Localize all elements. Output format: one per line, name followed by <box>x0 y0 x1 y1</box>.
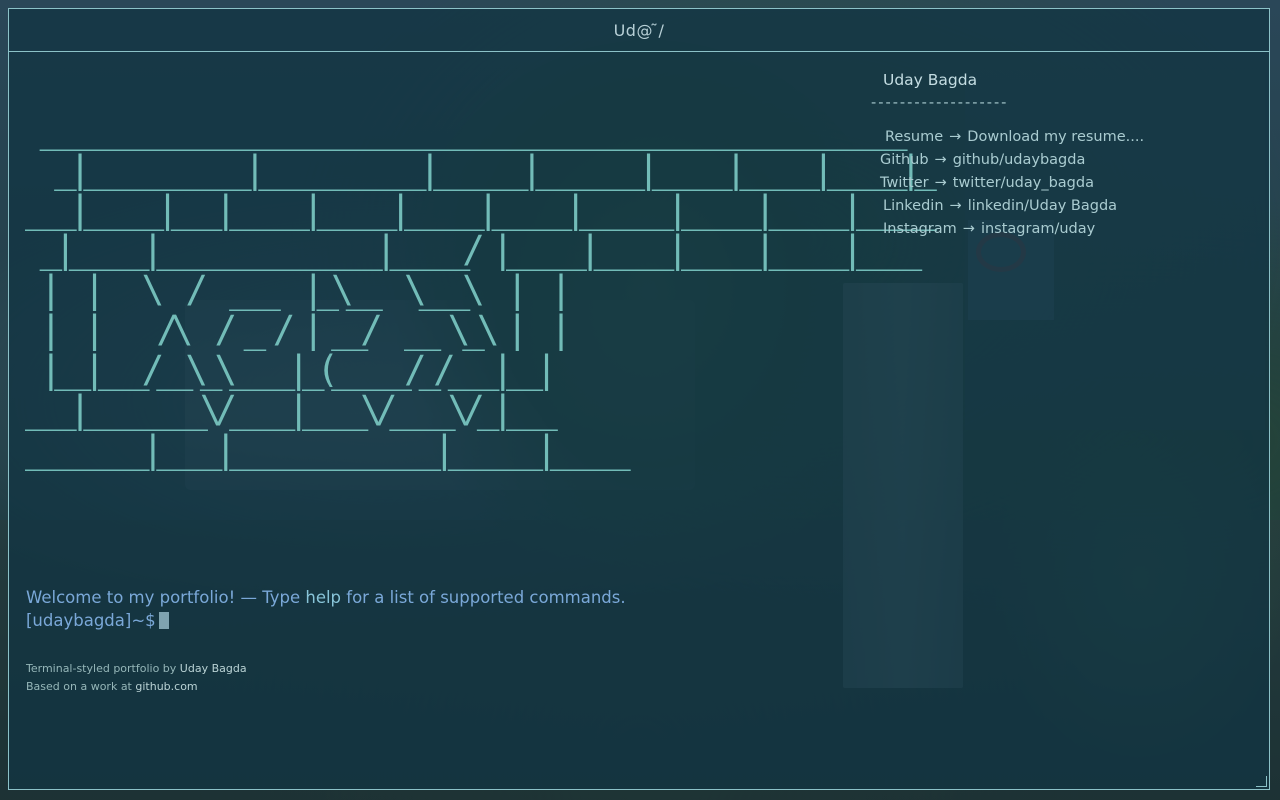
github-link[interactable]: Github → github/udaybagda <box>880 152 1085 168</box>
linkedin-value: linkedin/Uday Bagda <box>967 198 1118 214</box>
sidebar-separator: ------------------- <box>871 95 1009 111</box>
github-value: github/udaybagda <box>952 152 1086 168</box>
footer-source-text: Based on a work at <box>26 680 132 693</box>
footer-text: Terminal-styled portfolio by <box>26 662 177 675</box>
ascii-banner: ________________________________________… <box>25 107 937 471</box>
linkedin-label: Linkedin <box>883 198 944 214</box>
arrow-icon: → <box>934 175 947 191</box>
github-label: Github <box>880 152 929 168</box>
twitter-value: twitter/uday_bagda <box>952 175 1094 191</box>
arrow-icon: → <box>962 221 975 237</box>
arrow-icon: → <box>949 198 962 214</box>
command-prompt[interactable]: [udaybagda]~$ <box>26 611 169 630</box>
instagram-value: instagram/uday <box>980 221 1096 237</box>
arrow-icon: → <box>949 129 962 145</box>
linkedin-link[interactable]: Linkedin → linkedin/Uday Bagda <box>883 198 1117 214</box>
window-titlebar: Ud@ ̃/ <box>9 9 1269 52</box>
twitter-label: Twitter <box>880 175 929 191</box>
footer-credit: Terminal-styled portfolio by Uday Bagda <box>26 662 247 675</box>
welcome-message: Welcome to my portfolio! — Type help for… <box>26 588 626 607</box>
instagram-label: Instagram <box>883 221 957 237</box>
author-link[interactable]: Uday Bagda <box>180 662 247 675</box>
welcome-suffix: for a list of supported commands. <box>346 588 626 607</box>
footer-source: Based on a work at github.com <box>26 680 198 693</box>
source-link[interactable]: github.com <box>135 680 197 693</box>
resume-value: Download my resume.... <box>967 129 1145 145</box>
resize-grip-icon[interactable] <box>1256 776 1267 787</box>
resume-label: Resume <box>885 129 944 145</box>
window-title: Ud@ ̃/ <box>613 20 665 40</box>
twitter-link[interactable]: Twitter → twitter/uday_bagda <box>880 175 1094 191</box>
resume-link[interactable]: Resume → Download my resume.... <box>885 129 1144 145</box>
instagram-link[interactable]: Instagram → instagram/uday <box>883 221 1095 237</box>
arrow-icon: → <box>934 152 947 168</box>
profile-name: Uday Bagda <box>883 71 978 89</box>
welcome-prefix: Welcome to my portfolio! — Type <box>26 588 301 607</box>
help-command: help <box>305 588 342 607</box>
terminal-window: Ud@ ̃/ _________________________________… <box>8 8 1270 790</box>
